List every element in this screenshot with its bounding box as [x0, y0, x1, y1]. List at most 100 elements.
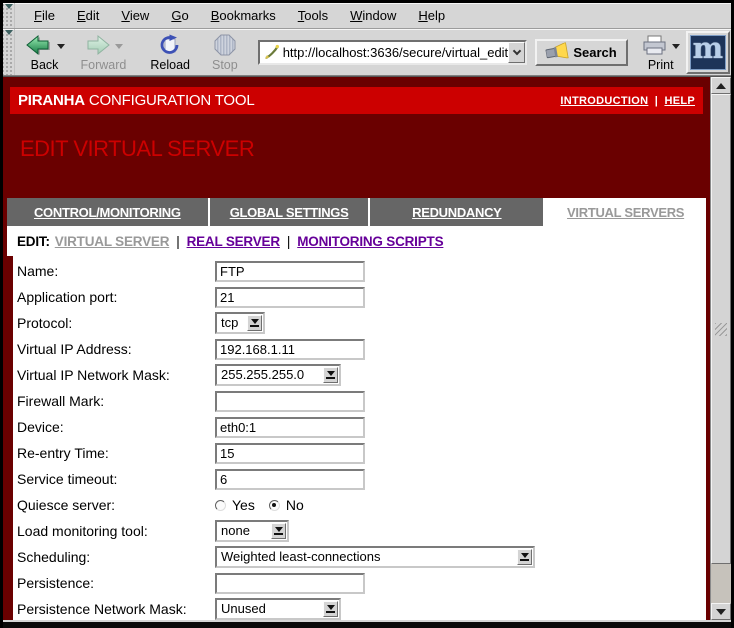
- form-row-protocol: Protocol:tcp: [17, 310, 706, 336]
- piranha-header: PIRANHA CONFIGURATION TOOL INTRODUCTION …: [10, 87, 703, 114]
- application-port-input[interactable]: [215, 287, 365, 308]
- forward-dropdown-arrow[interactable]: [115, 44, 123, 49]
- re-entry-time-input[interactable]: [215, 443, 365, 464]
- form-row-service-timeout: Service timeout:: [17, 466, 706, 492]
- reload-button[interactable]: Reload: [144, 32, 196, 73]
- monitoring-scripts-link[interactable]: MONITORING SCRIPTS: [297, 234, 443, 249]
- load-monitoring-tool-select[interactable]: none: [215, 520, 289, 542]
- tab-global-settings[interactable]: GLOBAL SETTINGS: [210, 198, 371, 226]
- protocol-label: Protocol:: [17, 315, 215, 331]
- virtual-ip-network-mask-label: Virtual IP Network Mask:: [17, 367, 215, 383]
- subnav-separator: |: [169, 234, 186, 249]
- form-row-device: Device:: [17, 414, 706, 440]
- toolbar-grippy[interactable]: [3, 29, 15, 75]
- quiesce-server-radio-no[interactable]: No: [269, 497, 304, 513]
- mozilla-logo-icon: m: [690, 35, 726, 70]
- menu-item-bookmarks[interactable]: Bookmarks: [200, 5, 287, 26]
- device-label: Device:: [17, 419, 215, 435]
- stop-label: Stop: [212, 58, 238, 72]
- browser-viewport: PIRANHA CONFIGURATION TOOL INTRODUCTION …: [3, 76, 731, 620]
- protocol-select-arrow-icon: [247, 315, 262, 331]
- tab-redundancy[interactable]: REDUNDANCY: [370, 198, 545, 226]
- virtual-server-form: Name:Application port:Protocol:tcpVirtua…: [13, 256, 706, 620]
- browser-window: File Edit View Go Bookmarks Tools Window…: [0, 0, 734, 628]
- menu-item-help[interactable]: Help: [407, 5, 456, 26]
- scroll-up-button[interactable]: [711, 77, 731, 94]
- virtual-ip-network-mask-select[interactable]: 255.255.255.0: [215, 364, 341, 386]
- scroll-down-button[interactable]: [711, 603, 731, 620]
- scrollbar-thumb[interactable]: [711, 94, 731, 564]
- url-dropdown-arrow[interactable]: [508, 42, 525, 63]
- form-row-persistence: Persistence:: [17, 570, 706, 596]
- search-icon: [545, 42, 569, 62]
- menu-item-edit[interactable]: Edit: [66, 5, 110, 26]
- tab-virtual-servers[interactable]: VIRTUAL SERVERS: [545, 198, 706, 226]
- quiesce-server-radio-yes[interactable]: Yes: [215, 497, 255, 513]
- url-bar: [258, 40, 528, 65]
- virtual-ip-address-input[interactable]: [215, 339, 365, 360]
- protocol-select[interactable]: tcp: [215, 312, 265, 334]
- tab-control-monitoring[interactable]: CONTROL/MONITORING: [7, 198, 210, 226]
- form-row-scheduling: Scheduling:Weighted least-connections: [17, 544, 706, 570]
- introduction-link[interactable]: INTRODUCTION: [560, 95, 648, 107]
- forward-button[interactable]: Forward: [75, 32, 133, 73]
- vertical-scrollbar[interactable]: [710, 77, 731, 620]
- menu-item-window[interactable]: Window: [339, 5, 407, 26]
- navigation-toolbar: Back Forward R: [3, 29, 731, 76]
- page-title: EDIT VIRTUAL SERVER: [20, 136, 706, 162]
- back-dropdown-arrow[interactable]: [57, 44, 65, 49]
- name-input[interactable]: [215, 261, 365, 282]
- form-row-re-entry-time: Re-entry Time:: [17, 440, 706, 466]
- menu-item-view[interactable]: View: [110, 5, 160, 26]
- persistence-network-mask-select-arrow-icon: [323, 601, 338, 617]
- scheduling-select[interactable]: Weighted least-connections: [215, 546, 535, 568]
- real-server-link[interactable]: REAL SERVER: [187, 234, 280, 249]
- menu-item-file[interactable]: File: [23, 5, 66, 26]
- load-monitoring-tool-select-arrow-icon: [271, 523, 286, 539]
- firewall-mark-label: Firewall Mark:: [17, 393, 215, 409]
- stop-button[interactable]: Stop: [206, 32, 244, 73]
- service-timeout-input[interactable]: [215, 469, 365, 490]
- form-row-quiesce-server: Quiesce server:Yes No: [17, 492, 706, 518]
- back-label: Back: [31, 58, 59, 72]
- help-link[interactable]: HELP: [664, 95, 695, 107]
- radio-checked-icon: [269, 500, 280, 511]
- menu-bar: File Edit View Go Bookmarks Tools Window…: [3, 3, 731, 29]
- virtual-ip-network-mask-select-value: 255.255.255.0: [217, 366, 322, 384]
- brand-title: PIRANHA CONFIGURATION TOOL: [18, 92, 255, 109]
- persistence-input[interactable]: [215, 573, 365, 594]
- form-row-firewall-mark: Firewall Mark:: [17, 388, 706, 414]
- header-links: INTRODUCTION | HELP: [560, 95, 695, 107]
- print-dropdown-arrow[interactable]: [672, 44, 680, 49]
- protocol-select-value: tcp: [217, 314, 246, 332]
- name-label: Name:: [17, 263, 215, 279]
- quiesce-server-label: Quiesce server:: [17, 497, 215, 513]
- brand-name: PIRANHA: [18, 92, 85, 109]
- load-monitoring-tool-select-value: none: [217, 522, 270, 540]
- scheduling-select-arrow-icon: [517, 549, 532, 565]
- firewall-mark-input[interactable]: [215, 391, 365, 412]
- menu-item-tools[interactable]: Tools: [287, 5, 339, 26]
- print-button[interactable]: Print: [636, 32, 686, 73]
- quiesce-server-radio-label-no: No: [286, 497, 304, 513]
- tab-bar: CONTROL/MONITORING GLOBAL SETTINGS REDUN…: [7, 198, 706, 226]
- persistence-network-mask-select[interactable]: Unused: [215, 598, 341, 620]
- mozilla-logo-button[interactable]: m: [686, 31, 730, 74]
- print-label: Print: [648, 58, 674, 72]
- menu-item-go[interactable]: Go: [160, 5, 199, 26]
- virtual-ip-address-label: Virtual IP Address:: [17, 341, 215, 357]
- persistence-network-mask-select-value: Unused: [217, 600, 322, 618]
- form-row-persistence-network-mask: Persistence Network Mask:Unused: [17, 596, 706, 620]
- page-content: PIRANHA CONFIGURATION TOOL INTRODUCTION …: [3, 77, 710, 620]
- url-input[interactable]: [283, 45, 509, 60]
- device-input[interactable]: [215, 417, 365, 438]
- search-button[interactable]: Search: [535, 39, 627, 66]
- scheduling-select-value: Weighted least-connections: [217, 548, 516, 566]
- scrollbar-track[interactable]: [711, 564, 731, 603]
- reload-icon: [158, 34, 182, 56]
- page-bookmark-icon[interactable]: [260, 44, 283, 60]
- collapse-toolbar-icon: [5, 4, 13, 9]
- back-button[interactable]: Back: [19, 32, 71, 73]
- form-row-name: Name:: [17, 258, 706, 284]
- menubar-grippy[interactable]: [3, 3, 15, 28]
